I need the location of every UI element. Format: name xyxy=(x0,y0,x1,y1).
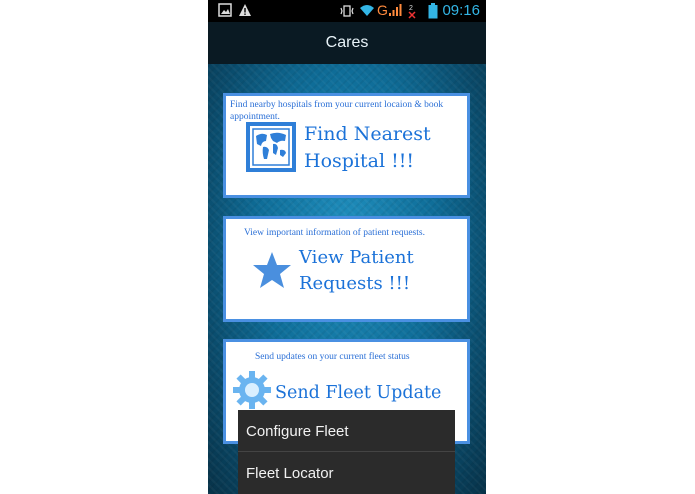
image-notification-icon xyxy=(218,3,232,17)
card-title-line-1: Find Nearest xyxy=(304,123,431,145)
no-sim-icon: 2 xyxy=(408,5,416,19)
find-hospital-card[interactable]: Find nearby hospitals from your current … xyxy=(223,93,470,198)
menu-item-label: Fleet Locator xyxy=(246,465,334,482)
card-description: Find nearby hospitals from your current … xyxy=(230,100,444,122)
action-bar: Cares xyxy=(208,22,486,64)
svg-text:2: 2 xyxy=(409,5,413,12)
card-description: View important information of patient re… xyxy=(244,228,425,238)
menu-item-label: Configure Fleet xyxy=(246,423,349,440)
clock: 09:16 xyxy=(442,2,480,19)
star-icon xyxy=(253,252,291,288)
card-description: Send updates on your current fleet statu… xyxy=(255,352,410,362)
menu-item-configure-fleet[interactable]: Configure Fleet xyxy=(238,410,455,452)
wifi-icon xyxy=(360,5,374,16)
overflow-menu: Configure Fleet Fleet Locator xyxy=(238,410,455,494)
card-title-line-1: View Patient xyxy=(299,247,414,268)
view-requests-card[interactable]: View important information of patient re… xyxy=(223,216,470,322)
vibrate-icon xyxy=(340,5,354,17)
status-bar: G 2 09:16 xyxy=(208,0,486,22)
gear-icon xyxy=(233,371,271,409)
world-map-icon xyxy=(246,122,296,172)
warning-icon xyxy=(239,4,251,16)
battery-icon xyxy=(428,3,438,19)
card-title-line-2: Hospital !!! xyxy=(304,150,414,172)
menu-item-fleet-locator[interactable]: Fleet Locator xyxy=(238,452,455,494)
card-title-line-2: Requests !!! xyxy=(299,273,411,294)
page-title: Cares xyxy=(325,34,369,51)
signal-icon xyxy=(389,4,402,16)
network-type: G xyxy=(377,2,388,18)
